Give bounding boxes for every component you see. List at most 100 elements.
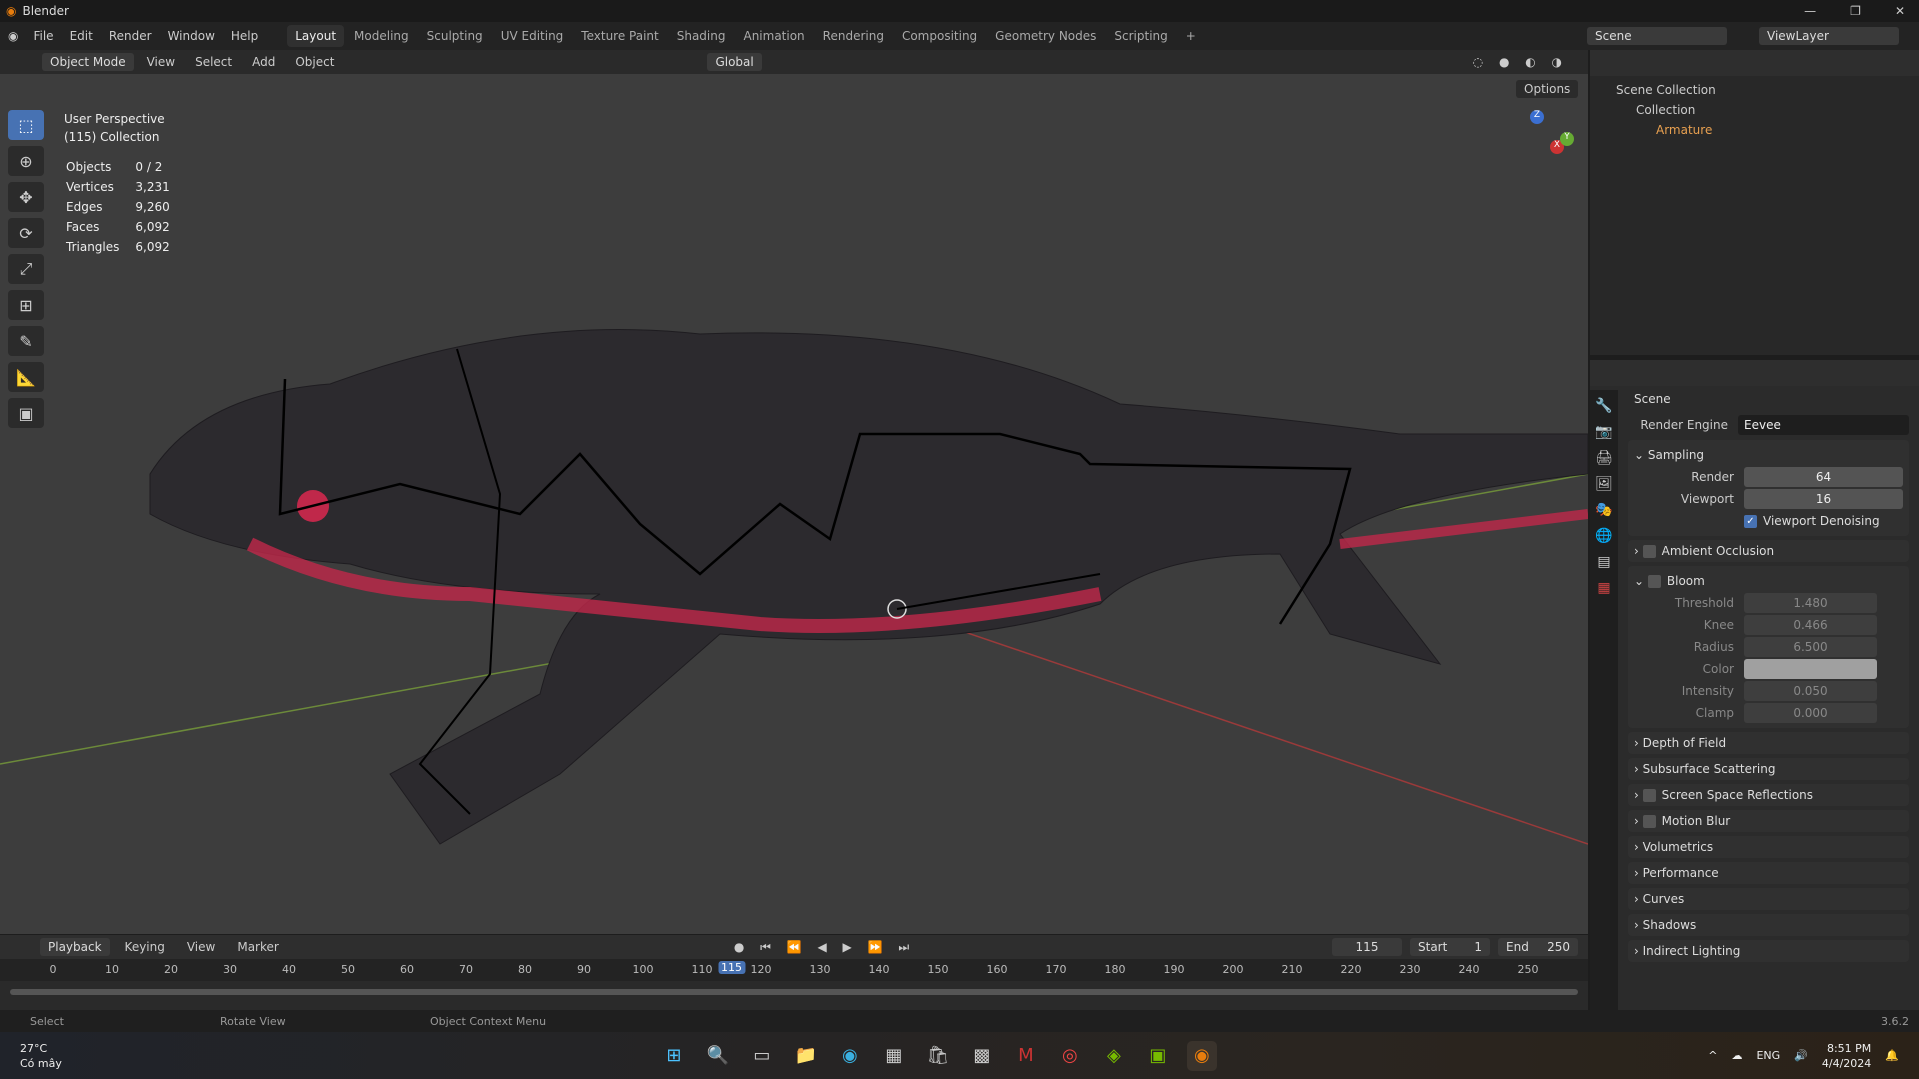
search-icon[interactable]: 🔍 [703,1041,733,1071]
viewport-samples-field[interactable]: 16 [1744,489,1903,509]
scale-tool-icon[interactable]: ⤢ [8,254,44,284]
section-panel[interactable]: › Volumetrics [1628,836,1909,858]
app-icon[interactable]: ▦ [879,1041,909,1071]
end-frame-field[interactable]: End 250 [1498,938,1578,956]
keying-menu[interactable]: Keying [118,937,172,957]
tab-geometry-nodes[interactable]: Geometry Nodes [987,25,1104,47]
scene-tab-icon[interactable]: 🎭 [1595,502,1612,518]
cursor-tool-icon[interactable]: ⊕ [8,146,44,176]
minimize-button[interactable]: — [1804,4,1816,18]
tab-scripting[interactable]: Scripting [1106,25,1175,47]
start-icon[interactable]: ⊞ [659,1041,689,1071]
menu-edit[interactable]: Edit [63,26,100,46]
3d-viewport[interactable] [0,74,1588,934]
output-tab-icon[interactable]: 🖨 [1595,450,1613,466]
volume-icon[interactable]: 🔊 [1794,1049,1808,1062]
transform-orientation-dropdown[interactable]: Global [707,53,762,71]
section-panel[interactable]: › Depth of Field [1628,732,1909,754]
shading-mode-icons[interactable]: ◌ ● ◐ ◑ [1473,55,1568,69]
rotate-tool-icon[interactable]: ⟳ [8,218,44,248]
blender-taskbar-icon[interactable]: ◉ [1186,1040,1217,1071]
timeline-view-menu[interactable]: View [180,937,222,957]
blender-menu-icon[interactable]: ◉ [8,29,18,43]
scene-selector[interactable]: Scene [1587,27,1727,45]
ambient-occlusion-panel[interactable]: › Ambient Occlusion [1628,540,1909,562]
tool-tab-icon[interactable]: 🔧 [1595,398,1612,414]
app3-icon[interactable]: M [1011,1041,1041,1071]
y-axis-icon[interactable]: Y [1560,132,1574,146]
chrome-icon[interactable]: ◎ [1055,1041,1085,1071]
render-tab-icon[interactable]: 📷 [1595,424,1612,440]
section-panel[interactable]: › Shadows [1628,914,1909,936]
bloom-intensity-field[interactable]: 0.050 [1744,681,1877,701]
outliner-collection[interactable]: Collection [1616,100,1919,120]
clock[interactable]: 8:51 PM 4/4/2024 [1822,1041,1871,1071]
texture-tab-icon[interactable]: ▦ [1597,580,1610,596]
section-panel[interactable]: › Screen Space Reflections [1628,784,1909,806]
playback-controls[interactable]: ● ⏮ ⏪ ◀ ▶ ⏩ ⏭ [734,940,915,955]
tab-animation[interactable]: Animation [735,25,812,47]
language-indicator[interactable]: ENG [1756,1049,1780,1062]
current-frame-field[interactable]: 115 [1332,938,1402,956]
menu-object[interactable]: Object [288,52,341,72]
bloom-header[interactable]: ⌄ Bloom [1634,570,1903,592]
bloom-clamp-field[interactable]: 0.000 [1744,703,1877,723]
start-frame-field[interactable]: Start 1 [1410,938,1490,956]
world-tab-icon[interactable]: 🌐 [1595,528,1612,544]
tab-rendering[interactable]: Rendering [815,25,892,47]
playhead[interactable]: 115 [718,961,745,974]
view-layer-tab-icon[interactable]: 🖼 [1595,476,1613,492]
section-panel[interactable]: › Performance [1628,862,1909,884]
bloom-knee-field[interactable]: 0.466 [1744,615,1877,635]
collection-tab-icon[interactable]: ▤ [1597,554,1610,570]
viewport-denoising-checkbox[interactable]: ✓ Viewport Denoising [1634,510,1903,532]
tab-modeling[interactable]: Modeling [346,25,417,47]
section-panel[interactable]: › Indirect Lighting [1628,940,1909,962]
app2-icon[interactable]: ▩ [967,1041,997,1071]
tab-sculpting[interactable]: Sculpting [419,25,491,47]
tab-shading[interactable]: Shading [669,25,734,47]
edge-icon[interactable]: ◉ [835,1041,865,1071]
store-icon[interactable]: 🛍 [923,1041,953,1071]
nvidia-icon[interactable]: ◈ [1099,1041,1129,1071]
bloom-radius-field[interactable]: 6.500 [1744,637,1877,657]
weather-widget[interactable]: 27°C Có mây [20,1041,62,1071]
menu-select[interactable]: Select [188,52,239,72]
section-panel[interactable]: › Motion Blur [1628,810,1909,832]
tab-texture-paint[interactable]: Texture Paint [573,25,666,47]
tab-layout[interactable]: Layout [287,25,345,47]
object-mode-dropdown[interactable]: Object Mode [42,53,134,71]
navigation-gizmo[interactable]: Z X Y [1500,110,1574,190]
measure-tool-icon[interactable]: 📐 [8,362,44,392]
bloom-color-field[interactable] [1744,659,1877,679]
tab-compositing[interactable]: Compositing [894,25,985,47]
tray-chevron-icon[interactable]: ^ [1708,1049,1717,1062]
playback-menu[interactable]: Playback [40,938,110,956]
options-button[interactable]: Options [1516,80,1579,98]
render-engine-dropdown[interactable]: Eevee [1738,415,1909,435]
sampling-header[interactable]: ⌄ Sampling [1634,444,1903,466]
outliner-armature[interactable]: Armature [1616,120,1919,140]
file-explorer-icon[interactable]: 📁 [791,1041,821,1071]
menu-render[interactable]: Render [102,26,159,46]
task-view-icon[interactable]: ▭ [747,1041,777,1071]
section-panel[interactable]: › Subsurface Scattering [1628,758,1909,780]
tab-uv-editing[interactable]: UV Editing [493,25,572,47]
maximize-button[interactable]: ❐ [1850,4,1861,18]
add-cube-tool-icon[interactable]: ▣ [8,398,44,428]
section-panel[interactable]: › Curves [1628,888,1909,910]
bloom-threshold-field[interactable]: 1.480 [1744,593,1877,613]
menu-file[interactable]: File [26,26,60,46]
annotate-tool-icon[interactable]: ✎ [8,326,44,356]
notification-icon[interactable]: 🔔 [1885,1049,1899,1062]
move-tool-icon[interactable]: ✥ [8,182,44,212]
frame-ruler[interactable]: 0 10 20 30 40 50 60 70 80 90 100 110 120 130 140 150 160… [0,959,1588,981]
timeline-scrollbar[interactable] [10,989,1578,995]
menu-window[interactable]: Window [161,26,222,46]
onedrive-icon[interactable]: ☁ [1731,1049,1742,1062]
z-axis-icon[interactable]: Z [1530,110,1544,124]
add-workspace-button[interactable]: + [1178,25,1204,47]
close-button[interactable]: ✕ [1895,4,1905,18]
view-layer-selector[interactable]: ViewLayer [1759,27,1899,45]
render-samples-field[interactable]: 64 [1744,467,1903,487]
